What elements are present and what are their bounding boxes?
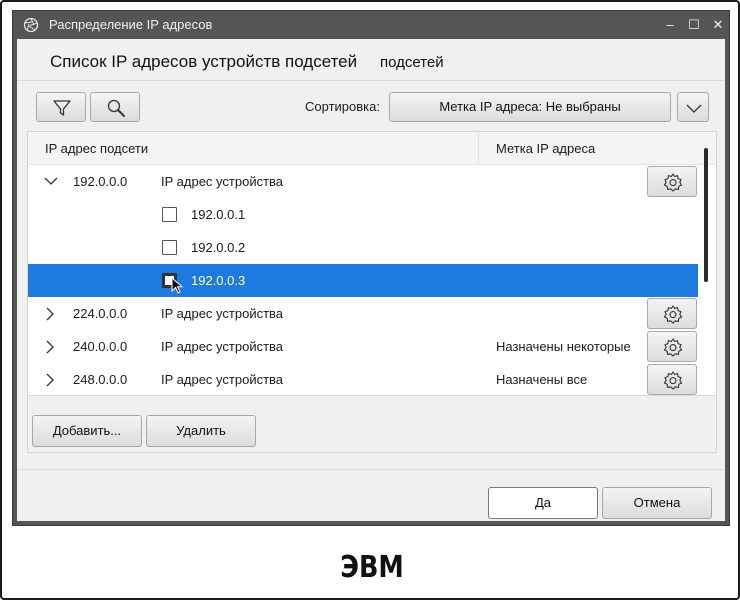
page-title-tail: подсетей (380, 54, 444, 71)
device-label: IP адрес устройства (161, 174, 284, 189)
chevron-down-icon[interactable] (44, 175, 58, 187)
device-checkbox[interactable] (162, 240, 177, 255)
filter-button[interactable] (36, 92, 86, 122)
device-row-selected[interactable]: 192.0.0.3 (28, 264, 698, 297)
aperture-icon (23, 17, 39, 33)
device-row[interactable]: 192.0.0.1 (28, 198, 698, 231)
device-ip: 192.0.0.2 (191, 240, 246, 255)
chevron-right-icon[interactable] (44, 340, 56, 354)
device-ip: 192.0.0.1 (191, 207, 246, 222)
close-icon[interactable]: ✕ (707, 15, 729, 35)
ip-tag-value: Назначены все (496, 372, 588, 387)
gear-icon (663, 305, 683, 324)
filter-icon (53, 100, 71, 116)
add-button[interactable]: Добавить... (32, 415, 142, 447)
ip-tag-value: Назначены некоторые (496, 339, 631, 354)
subnet-row[interactable]: 248.0.0.0 IP адрес устройства Назначены … (28, 363, 698, 395)
footer-divider (17, 469, 725, 470)
device-row[interactable]: 192.0.0.2 (28, 231, 698, 264)
gear-icon (663, 338, 683, 357)
subnet-ip: 224.0.0.0 (73, 306, 128, 321)
delete-button[interactable]: Удалить (146, 415, 256, 447)
subnet-ip: 240.0.0.0 (73, 339, 128, 354)
chevron-right-icon[interactable] (44, 373, 56, 387)
screenshot-frame: Распределение IP адресов – ☐ ✕ Список IP… (0, 0, 740, 600)
maximize-icon[interactable]: ☐ (683, 15, 705, 35)
cancel-button[interactable]: Отмена (602, 487, 712, 519)
device-ip: 192.0.0.3 (191, 273, 246, 288)
minimize-icon[interactable]: – (659, 15, 681, 35)
gear-icon (663, 371, 683, 390)
subnet-row[interactable]: 224.0.0.0 IP адрес устройства (28, 297, 698, 330)
sort-select[interactable]: Метка IP адреса: Не выбраны (389, 92, 671, 122)
header-row: Список IP адресов устройств подсетей под… (17, 39, 725, 81)
device-label: IP адрес устройства (161, 306, 284, 321)
chevron-right-icon[interactable] (44, 307, 56, 321)
sort-label: Сортировка: (305, 99, 380, 114)
dialog-window: Распределение IP адресов – ☐ ✕ Список IP… (12, 10, 730, 526)
ip-panel: IP адрес подсети Метка IP адреса 192.0.0… (27, 131, 717, 453)
subnet-ip: 192.0.0.0 (73, 174, 128, 189)
settings-button[interactable] (647, 166, 697, 197)
subnet-row[interactable]: 240.0.0.0 IP адрес устройства Назначены … (28, 330, 698, 363)
settings-button[interactable] (647, 364, 697, 395)
search-icon (107, 99, 125, 117)
device-label: IP адрес устройства (161, 372, 284, 387)
subnet-ip: 248.0.0.0 (73, 372, 128, 387)
dialog-body: Список IP адресов устройств подсетей под… (17, 39, 725, 521)
sort-dropdown-button[interactable] (677, 92, 709, 122)
subnet-row[interactable]: 192.0.0.0 IP адрес устройства (28, 165, 698, 198)
page-title: Список IP адресов устройств подсетей (50, 52, 358, 71)
column-header-subnet[interactable]: IP адрес подсети (28, 132, 479, 165)
chevron-down-icon (686, 104, 702, 113)
title-bar[interactable]: Распределение IP адресов – ☐ ✕ (13, 11, 729, 39)
ip-grid: IP адрес подсети Метка IP адреса 192.0.0… (28, 132, 716, 396)
ok-button[interactable]: Да (488, 487, 598, 519)
caption-text: ЭВМ (340, 550, 404, 585)
settings-button[interactable] (647, 331, 697, 362)
device-label: IP адрес устройства (161, 339, 284, 354)
search-button[interactable] (90, 92, 140, 122)
mouse-cursor-icon (171, 277, 184, 294)
vertical-scrollbar[interactable] (704, 148, 708, 282)
gear-icon (663, 173, 683, 192)
device-checkbox[interactable] (162, 207, 177, 222)
column-header-tag[interactable]: Метка IP адреса (479, 132, 716, 165)
settings-button[interactable] (647, 298, 697, 329)
window-title: Распределение IP адресов (49, 17, 213, 32)
